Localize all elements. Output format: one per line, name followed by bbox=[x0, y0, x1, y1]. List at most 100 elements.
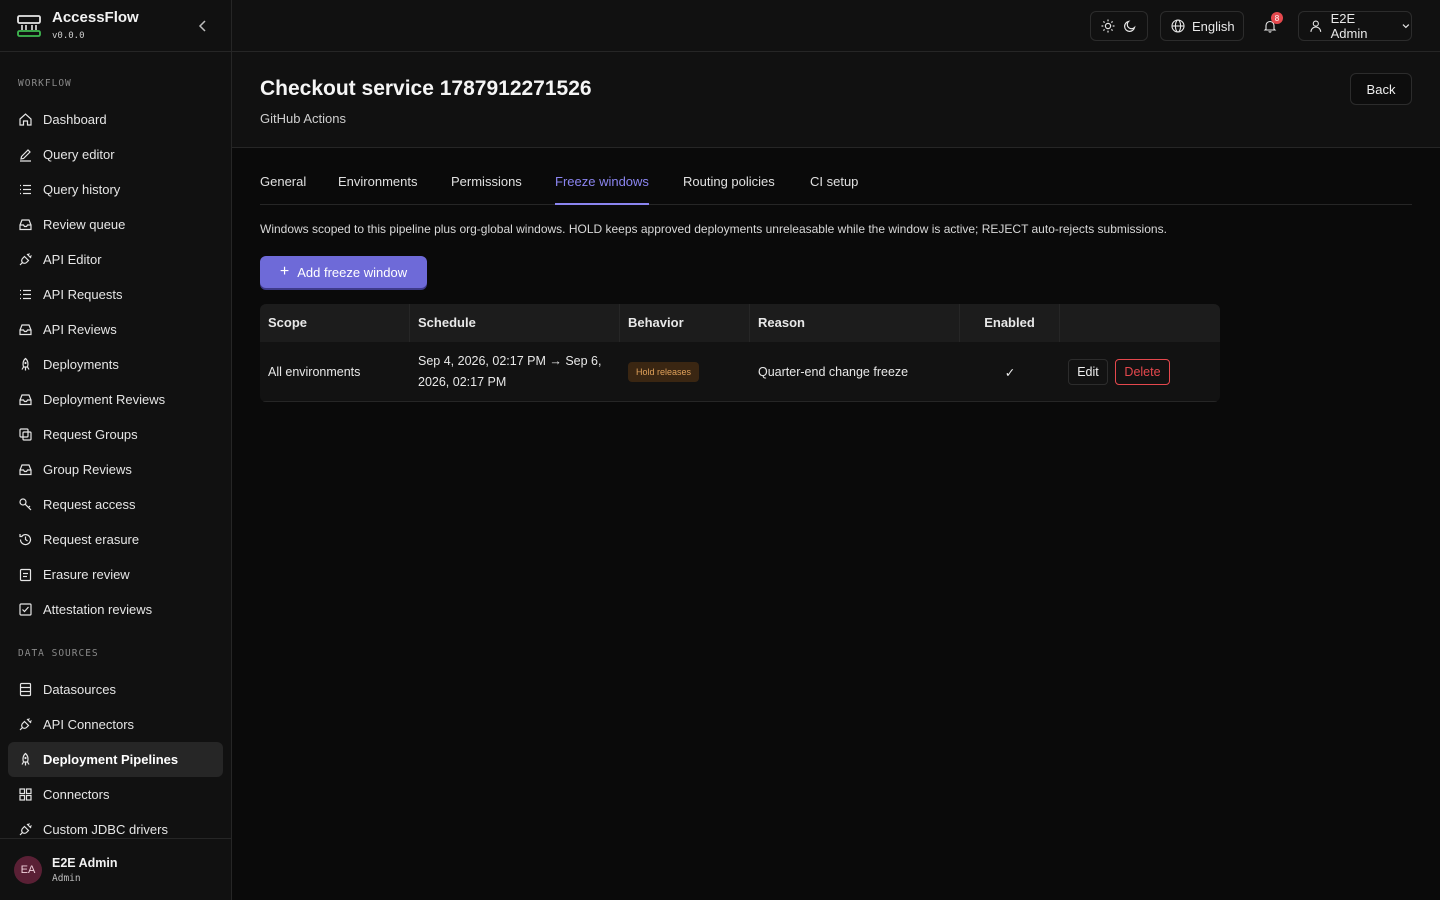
app-version: v0.0.0 bbox=[52, 31, 85, 41]
sidebar-item-label: API Reviews bbox=[43, 322, 117, 337]
sidebar-item-query-editor[interactable]: Query editor bbox=[8, 137, 223, 172]
back-button[interactable]: Back bbox=[1350, 73, 1412, 105]
sidebar-item-review-queue[interactable]: Review queue bbox=[8, 207, 223, 242]
user-menu-label: E2E Admin bbox=[1330, 11, 1368, 41]
plug-icon bbox=[19, 718, 32, 731]
column-header-enabled: Enabled bbox=[960, 304, 1060, 342]
moon-icon[interactable] bbox=[1123, 19, 1137, 33]
sidebar-item-label: Query history bbox=[43, 182, 121, 197]
sidebar-item-datasources[interactable]: Datasources bbox=[8, 672, 223, 707]
column-header-reason: Reason bbox=[750, 304, 960, 342]
cell-enabled: ✓ bbox=[960, 342, 1060, 402]
avatar: EA bbox=[14, 855, 42, 884]
grid-icon bbox=[19, 788, 32, 801]
sidebar-item-label: Request erasure bbox=[43, 532, 140, 547]
sidebar-user-name: E2E Admin bbox=[52, 855, 118, 870]
brand-header: AccessFlow v0.0.0 bbox=[0, 0, 231, 52]
workflow-section-label: WORKFLOW bbox=[18, 78, 72, 89]
tab-bar: General Environments Permissions Freeze … bbox=[260, 148, 1412, 205]
add-freeze-window-button[interactable]: + Add freeze window bbox=[260, 256, 427, 288]
globe-icon bbox=[1171, 19, 1185, 33]
sidebar-item-label: Custom JDBC drivers bbox=[43, 822, 168, 837]
tab-freeze-windows[interactable]: Freeze windows bbox=[555, 148, 649, 205]
clipboard-icon bbox=[19, 568, 32, 582]
sidebar-item-request-access[interactable]: Request access bbox=[8, 487, 223, 522]
table-header: Scope Schedule Behavior Reason Enabled bbox=[260, 304, 1220, 342]
plug-icon bbox=[19, 253, 32, 266]
sidebar-item-api-reviews[interactable]: API Reviews bbox=[8, 312, 223, 347]
database-icon bbox=[19, 682, 32, 697]
schedule-line-1: Sep 4, 2026, 02:17 PM → Sep 6, bbox=[418, 354, 602, 368]
sidebar-item-label: Erasure review bbox=[43, 567, 130, 582]
notifications-button[interactable]: 8 bbox=[1263, 12, 1283, 33]
list-icon bbox=[20, 289, 31, 300]
topbar: English 8 E2E Admin bbox=[232, 0, 1440, 52]
sun-icon[interactable] bbox=[1101, 19, 1115, 33]
sidebar-item-api-editor[interactable]: API Editor bbox=[8, 242, 223, 277]
cell-reason: Quarter-end change freeze bbox=[758, 365, 909, 379]
sidebar-item-api-connectors[interactable]: API Connectors bbox=[8, 707, 223, 742]
page-subtitle: GitHub Actions bbox=[260, 111, 346, 126]
user-menu[interactable]: E2E Admin bbox=[1298, 11, 1412, 41]
freeze-windows-description: Windows scoped to this pipeline plus org… bbox=[260, 222, 1167, 236]
rocket-icon bbox=[21, 357, 30, 371]
sidebar-item-request-erasure[interactable]: Request erasure bbox=[8, 522, 223, 557]
sidebar-item-erasure-review[interactable]: Erasure review bbox=[8, 557, 223, 592]
column-header-schedule: Schedule bbox=[410, 304, 620, 342]
collapse-sidebar-icon[interactable] bbox=[195, 18, 211, 34]
page-title: Checkout service 1787912271526 bbox=[260, 77, 592, 100]
checkbox-icon bbox=[19, 603, 32, 616]
sidebar-item-label: Group Reviews bbox=[43, 462, 132, 477]
tab-general[interactable]: General bbox=[260, 148, 306, 205]
delete-button[interactable]: Delete bbox=[1115, 359, 1170, 385]
list-icon bbox=[20, 184, 31, 195]
inbox-icon bbox=[19, 324, 32, 336]
language-label: English bbox=[1192, 18, 1235, 34]
sidebar-item-deployment-reviews[interactable]: Deployment Reviews bbox=[8, 382, 223, 417]
page-header: Checkout service 1787912271526 GitHub Ac… bbox=[232, 52, 1440, 148]
inbox-icon bbox=[19, 219, 32, 231]
sidebar-item-label: Query editor bbox=[43, 147, 115, 162]
language-selector[interactable]: English bbox=[1160, 11, 1244, 41]
home-icon bbox=[19, 113, 32, 126]
inbox-icon bbox=[19, 464, 32, 476]
sidebar-item-query-history[interactable]: Query history bbox=[8, 172, 223, 207]
history-icon bbox=[19, 533, 32, 546]
main-content: English 8 E2E Admin Checkout service 178… bbox=[232, 0, 1440, 900]
cell-scope: All environments bbox=[268, 365, 361, 379]
behavior-badge: Hold releases bbox=[628, 362, 700, 382]
pencil-icon bbox=[20, 149, 31, 162]
sidebar-item-label: Request Groups bbox=[43, 427, 138, 442]
check-icon: ✓ bbox=[1004, 365, 1016, 380]
notification-count-badge: 8 bbox=[1271, 12, 1283, 24]
tab-permissions[interactable]: Permissions bbox=[451, 148, 522, 205]
sidebar-item-group-reviews[interactable]: Group Reviews bbox=[8, 452, 223, 487]
user-icon bbox=[1310, 20, 1322, 32]
copy-icon bbox=[19, 428, 32, 441]
sidebar-user-role: Admin bbox=[52, 872, 81, 884]
column-header-actions bbox=[1060, 304, 1220, 342]
sidebar-item-label: Deployments bbox=[43, 357, 119, 372]
sidebar-user[interactable]: EA E2E Admin Admin bbox=[0, 838, 231, 900]
sidebar-item-label: Deployment Reviews bbox=[43, 392, 166, 407]
tab-routing-policies[interactable]: Routing policies bbox=[683, 148, 775, 205]
sidebar-item-request-groups[interactable]: Request Groups bbox=[8, 417, 223, 452]
cell-schedule: Sep 4, 2026, 02:17 PM → Sep 6, 2026, 02:… bbox=[410, 342, 620, 402]
sidebar-item-attestation-reviews[interactable]: Attestation reviews bbox=[8, 592, 223, 627]
sidebar-item-connectors[interactable]: Connectors bbox=[8, 777, 223, 812]
add-freeze-window-label: Add freeze window bbox=[297, 264, 408, 280]
sidebar-item-deployment-pipelines[interactable]: Deployment Pipelines bbox=[8, 742, 223, 777]
tab-ci-setup[interactable]: CI setup bbox=[810, 148, 858, 205]
sidebar-item-deployments[interactable]: Deployments bbox=[8, 347, 223, 382]
sidebar-item-label: Review queue bbox=[43, 217, 126, 232]
sidebar-item-api-requests[interactable]: API Requests bbox=[8, 277, 223, 312]
tab-environments[interactable]: Environments bbox=[338, 148, 417, 205]
edit-button[interactable]: Edit bbox=[1068, 359, 1108, 385]
sidebar-item-label: Connectors bbox=[43, 787, 110, 802]
sidebar-item-dashboard[interactable]: Dashboard bbox=[8, 102, 223, 137]
rocket-icon bbox=[21, 752, 30, 766]
key-icon bbox=[19, 498, 32, 511]
datasource-nav: Datasources API Connectors Deployment Pipe… bbox=[0, 672, 231, 847]
sidebar: AccessFlow v0.0.0 WORKFLOW Dashboard Quer… bbox=[0, 0, 232, 900]
freeze-windows-table: Scope Schedule Behavior Reason Enabled A… bbox=[260, 304, 1220, 402]
